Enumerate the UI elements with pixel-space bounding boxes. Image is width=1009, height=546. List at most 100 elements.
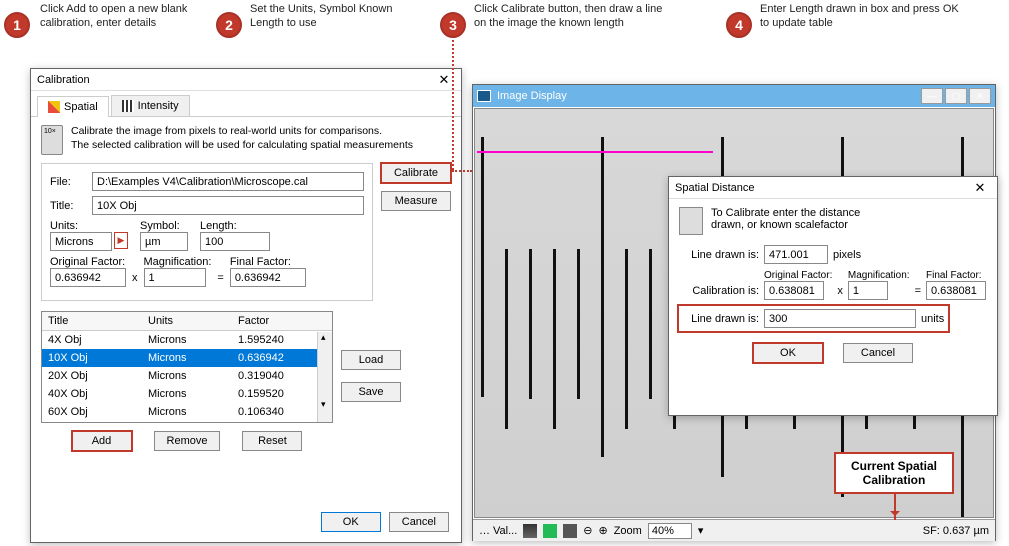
close-icon[interactable]: ✕ — [969, 88, 991, 104]
close-icon[interactable]: ✕ — [969, 180, 991, 196]
zoom-label: Zoom — [614, 525, 642, 537]
calibrate-button[interactable]: Calibrate — [381, 163, 451, 183]
maximize-icon[interactable]: ▢ — [945, 88, 967, 104]
magnification-input[interactable] — [144, 268, 206, 287]
zoom-input[interactable] — [648, 523, 692, 539]
zoom-dropdown-icon[interactable]: ▾ — [698, 524, 704, 537]
step-1-badge: 1 — [4, 12, 30, 38]
line-units-label: Line drawn is: — [683, 313, 759, 325]
final-factor-label: Final Factor: — [230, 256, 306, 268]
list-header-title[interactable]: Title — [42, 312, 142, 330]
values-button[interactable]: … Val... — [479, 525, 517, 537]
line-pixels-label: Line drawn is: — [679, 249, 759, 261]
sd-mag-label: Magnification: — [848, 270, 910, 281]
list-row[interactable]: 20X ObjMicrons0.319040 — [42, 367, 332, 385]
cancel-button[interactable]: Cancel — [389, 512, 449, 532]
sd-ok-button[interactable]: OK — [753, 343, 823, 363]
reset-button[interactable]: Reset — [242, 431, 302, 451]
pixels-unit: pixels — [833, 249, 861, 261]
list-row[interactable]: 4X ObjMicrons1.595240 — [42, 331, 332, 349]
file-input[interactable] — [92, 172, 364, 191]
calibration-is-label: Calibration is: — [679, 285, 759, 300]
step-2-text: Set the Units, Symbol Known Length to us… — [250, 2, 400, 31]
microscope-icon — [679, 207, 703, 235]
add-button[interactable]: Add — [72, 431, 132, 451]
magnification-label: Magnification: — [144, 256, 212, 268]
sd-orig-label: Original Factor: — [764, 270, 832, 281]
sd-x: x — [837, 285, 843, 300]
spatial-distance-title: Spatial Distance — [675, 182, 969, 194]
step-3-connector-h — [452, 170, 472, 172]
tab-intensity[interactable]: Intensity — [111, 95, 190, 116]
sd-final-input[interactable] — [926, 281, 986, 300]
orig-factor-label: Original Factor: — [50, 256, 126, 268]
list-row[interactable]: 60X ObjMicrons0.106340 — [42, 403, 332, 421]
title-label: Title: — [50, 200, 86, 212]
units-input[interactable] — [50, 232, 112, 251]
load-button[interactable]: Load — [341, 350, 401, 370]
line-pixels-input[interactable] — [764, 245, 828, 264]
intensity-icon — [122, 100, 134, 112]
calibration-description: Calibrate the image from pixels to real-… — [71, 125, 413, 155]
sd-mag-input[interactable] — [848, 281, 888, 300]
list-header-units[interactable]: Units — [142, 312, 232, 330]
units-unit: units — [921, 313, 944, 325]
image-display-title: Image Display — [497, 90, 921, 102]
list-header-factor[interactable]: Factor — [232, 312, 322, 330]
monitor-icon — [477, 90, 491, 102]
symbol-label: Symbol: — [140, 220, 188, 232]
scale-factor-label: SF: 0.637 µm — [923, 525, 989, 537]
minimize-icon[interactable]: — — [921, 88, 943, 104]
orig-factor-input[interactable] — [50, 268, 126, 287]
calibration-window: Calibration ✕ Spatial Intensity Calibrat… — [30, 68, 462, 543]
tab-spatial[interactable]: Spatial — [37, 96, 109, 117]
equals-symbol: = — [217, 272, 223, 287]
symbol-input[interactable] — [140, 232, 188, 251]
final-factor-input[interactable] — [230, 268, 306, 287]
length-label: Length: — [200, 220, 270, 232]
title-input[interactable] — [92, 196, 364, 215]
multiply-symbol: x — [132, 272, 138, 287]
tab-spatial-label: Spatial — [64, 101, 98, 113]
sd-eq: = — [915, 285, 921, 300]
list-scrollbar[interactable] — [317, 332, 332, 422]
callout-arrow — [894, 492, 896, 520]
chart-icon[interactable] — [543, 524, 557, 538]
list-row[interactable]: 10X ObjMicrons0.636942 — [42, 349, 332, 367]
line-units-input[interactable] — [764, 309, 916, 328]
step-4-text: Enter Length drawn in box and press OK t… — [760, 2, 960, 31]
zoom-out-icon[interactable]: ⊖ — [583, 524, 592, 537]
ok-button[interactable]: OK — [321, 512, 381, 532]
calibration-title: Calibration — [37, 74, 433, 86]
step-1-text: Click Add to open a new blank calibratio… — [40, 2, 200, 31]
calibration-titlebar[interactable]: Calibration ✕ — [31, 69, 461, 91]
length-input[interactable] — [200, 232, 270, 251]
image-display-titlebar[interactable]: Image Display — ▢ ✕ — [473, 85, 995, 107]
units-label: Units: — [50, 220, 128, 232]
step-4-badge: 4 — [726, 12, 752, 38]
sd-final-label: Final Factor: — [926, 270, 986, 281]
calibration-line[interactable] — [477, 151, 713, 153]
units-picker-icon[interactable]: ▶ — [114, 232, 128, 249]
zoom-in-icon[interactable]: ⊕ — [598, 524, 607, 537]
current-calibration-callout: Current Spatial Calibration — [834, 452, 954, 494]
step-3-badge: 3 — [440, 12, 466, 38]
image-status-bar: … Val... ⊖ ⊕ Zoom ▾ SF: 0.637 µm — [473, 519, 995, 541]
file-label: File: — [50, 176, 86, 188]
measure-button[interactable]: Measure — [381, 191, 451, 211]
tab-intensity-label: Intensity — [138, 100, 179, 112]
calibration-list[interactable]: Title Units Factor 4X ObjMicrons1.595240… — [41, 311, 333, 423]
step-3-connector — [452, 40, 454, 170]
tool-icon[interactable] — [563, 524, 577, 538]
remove-button[interactable]: Remove — [154, 431, 221, 451]
spatial-icon — [48, 101, 60, 113]
histogram-icon[interactable] — [523, 524, 537, 538]
sd-orig-input[interactable] — [764, 281, 824, 300]
sd-cancel-button[interactable]: Cancel — [843, 343, 913, 363]
spatial-distance-window: Spatial Distance ✕ To Calibrate enter th… — [668, 176, 998, 416]
step-3-text: Click Calibrate button, then draw a line… — [474, 2, 674, 31]
objective-icon — [41, 125, 63, 155]
save-button[interactable]: Save — [341, 382, 401, 402]
list-row[interactable]: 40X ObjMicrons0.159520 — [42, 385, 332, 403]
spatial-distance-titlebar[interactable]: Spatial Distance ✕ — [669, 177, 997, 199]
